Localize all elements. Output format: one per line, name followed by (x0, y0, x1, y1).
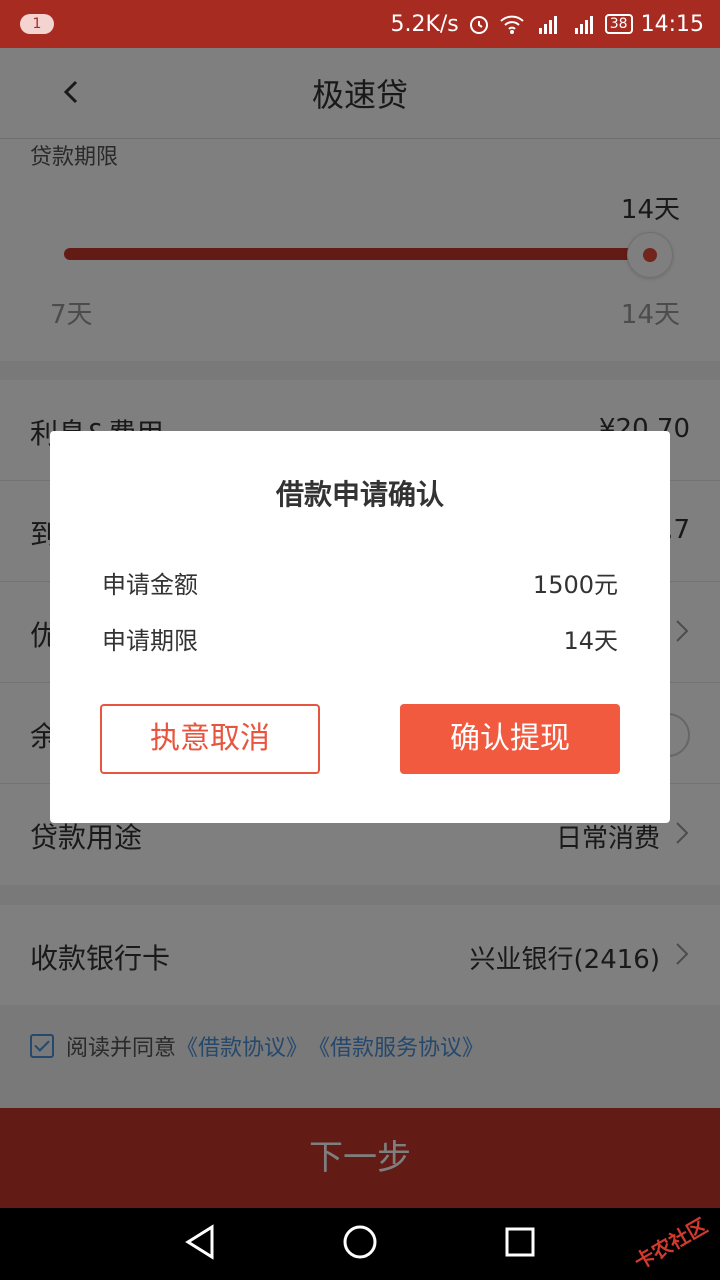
dialog-amount-row: 申请金额 1500元 (102, 565, 618, 605)
notification-badge: 1 (20, 14, 54, 34)
system-nav-bar: 卡农社区 (0, 1208, 720, 1280)
home-circle-icon[interactable] (342, 1224, 378, 1264)
watermark-logo: 卡农社区 (630, 1213, 712, 1275)
battery-indicator: 38 (604, 14, 633, 34)
dialog-title: 借款申请确认 (275, 478, 444, 511)
signal-4g-icon (569, 12, 597, 36)
dialog-amount-value: 1500元 (532, 571, 618, 599)
dialog-term-row: 申请期限 14天 (102, 621, 618, 661)
network-speed: 5.2K/s (390, 11, 459, 37)
confirm-withdraw-button[interactable]: 确认提现 (400, 704, 620, 774)
alarm-icon (467, 12, 491, 36)
recents-square-icon[interactable] (504, 1224, 536, 1264)
dialog-term-label: 申请期限 (102, 627, 198, 655)
clock: 14:15 (640, 11, 704, 37)
status-bar: 1 5.2K/s 38 14:15 (0, 0, 720, 48)
signal-3g-icon (533, 12, 561, 36)
dialog-amount-label: 申请金额 (102, 571, 198, 599)
loan-confirm-dialog: 借款申请确认 申请金额 1500元 申请期限 14天 执意取消 确认提现 (50, 431, 670, 823)
back-triangle-icon[interactable] (184, 1224, 216, 1264)
cancel-button[interactable]: 执意取消 (100, 704, 320, 774)
dialog-term-value: 14天 (563, 627, 618, 655)
wifi-icon (499, 13, 525, 35)
